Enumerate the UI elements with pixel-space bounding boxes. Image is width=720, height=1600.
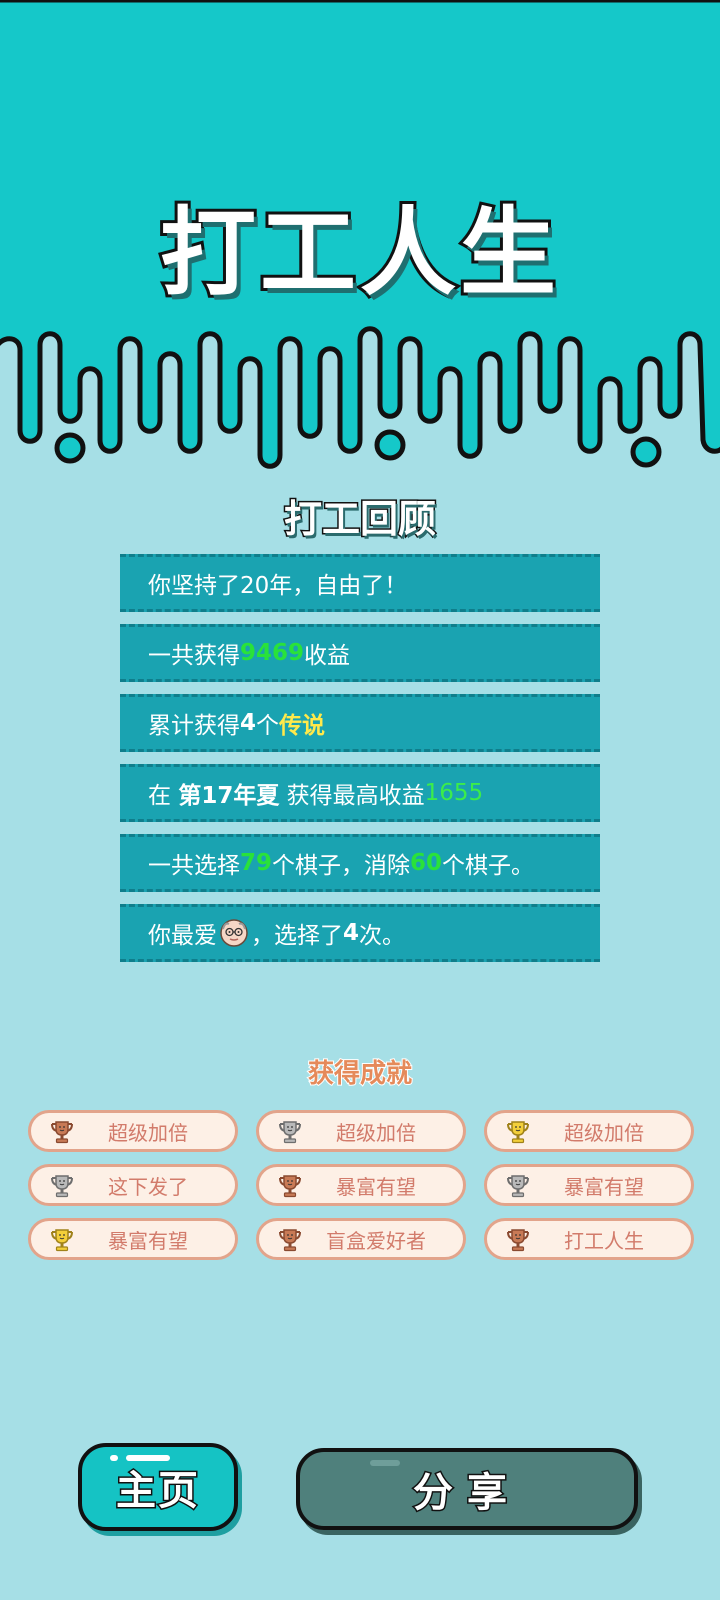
review-list: 你坚持了20年，自由了！ 一共获得 9469 收益 累计获得 4 个传说 在 第17年夏…: [120, 554, 600, 974]
share-button-label: 分享: [412, 1469, 521, 1518]
achievements-grid: 超级加倍 超级加倍 超级加倍 这下发了 暴富有望 暴富有望 暴富有望 盲盒爱好者 打工人生: [28, 1110, 694, 1260]
trophy-icon: [51, 1175, 73, 1198]
achievement-badge: 超级加倍: [256, 1110, 466, 1152]
review-section-title: 打工回顾: [282, 496, 437, 543]
review-row-legends: 累计获得 4 个传说: [120, 694, 600, 752]
trophy-icon: [51, 1121, 73, 1144]
achievement-badge: 打工人生: [484, 1218, 694, 1260]
best-season-value: 第17年夏: [178, 783, 280, 809]
review-text: 一共选择: [148, 853, 240, 879]
review-row-best-season: 在 第17年夏 获得最高收益 1655: [120, 764, 600, 822]
review-text: 在: [148, 783, 179, 809]
review-text: 累计获得: [148, 713, 240, 739]
old-man-face-icon: [220, 919, 248, 947]
achievement-badge: 盲盒爱好者: [256, 1218, 466, 1260]
achievement-badge: 超级加倍: [28, 1110, 238, 1152]
favorite-times-value: 4: [343, 920, 360, 946]
trophy-icon: [507, 1121, 529, 1144]
achievement-badge: 暴富有望: [28, 1218, 238, 1260]
review-text: 个: [256, 713, 280, 739]
button-shine: [370, 1460, 400, 1466]
legend-count-value: 4: [240, 710, 257, 736]
trophy-icon: [279, 1121, 301, 1144]
trophy-icon: [51, 1229, 73, 1252]
review-row-favorite: 你最爱 ，选择了 4 次。: [120, 904, 600, 962]
review-row-pieces: 一共选择 79 个棋子，消除 60 个棋子。: [120, 834, 600, 892]
total-income-value: 9469: [240, 640, 305, 666]
review-text: 获得最高收益: [279, 783, 425, 809]
achievement-badge: 暴富有望: [484, 1164, 694, 1206]
home-button-label: 主页: [115, 1467, 200, 1516]
achievement-badge: 超级加倍: [484, 1110, 694, 1152]
review-years-text: 你坚持了20年，自由了！: [148, 573, 408, 599]
legend-tag: 传说: [279, 713, 326, 739]
review-text: 个棋子。: [442, 853, 535, 879]
button-shine: [110, 1455, 118, 1461]
trophy-icon: [279, 1229, 301, 1252]
trophy-icon: [279, 1175, 301, 1198]
review-row-total-income: 一共获得 9469 收益: [120, 624, 600, 682]
home-button[interactable]: 主页: [78, 1443, 238, 1531]
trophy-icon: [507, 1229, 529, 1252]
review-text: 次。: [359, 923, 406, 949]
review-text: 收益: [304, 643, 351, 669]
review-text: 你最爱: [148, 923, 217, 949]
app-title: 打工人生: [157, 194, 560, 312]
review-text: 一共获得: [148, 643, 240, 669]
header-band: 打工人生: [0, 0, 720, 480]
chosen-count-value: 79: [240, 850, 273, 876]
achievements-title: 获得成就: [307, 1058, 413, 1090]
removed-count-value: 60: [410, 850, 443, 876]
achievement-badge: 暴富有望: [256, 1164, 466, 1206]
share-button[interactable]: 分享: [296, 1448, 638, 1530]
trophy-icon: [507, 1175, 529, 1198]
button-shine: [126, 1455, 170, 1461]
review-row-years: 你坚持了20年，自由了！: [120, 554, 600, 612]
review-text: 个棋子，消除: [272, 853, 411, 879]
achievement-badge: 这下发了: [28, 1164, 238, 1206]
review-text: ，选择了: [251, 923, 343, 949]
best-income-value: 1655: [424, 780, 484, 806]
